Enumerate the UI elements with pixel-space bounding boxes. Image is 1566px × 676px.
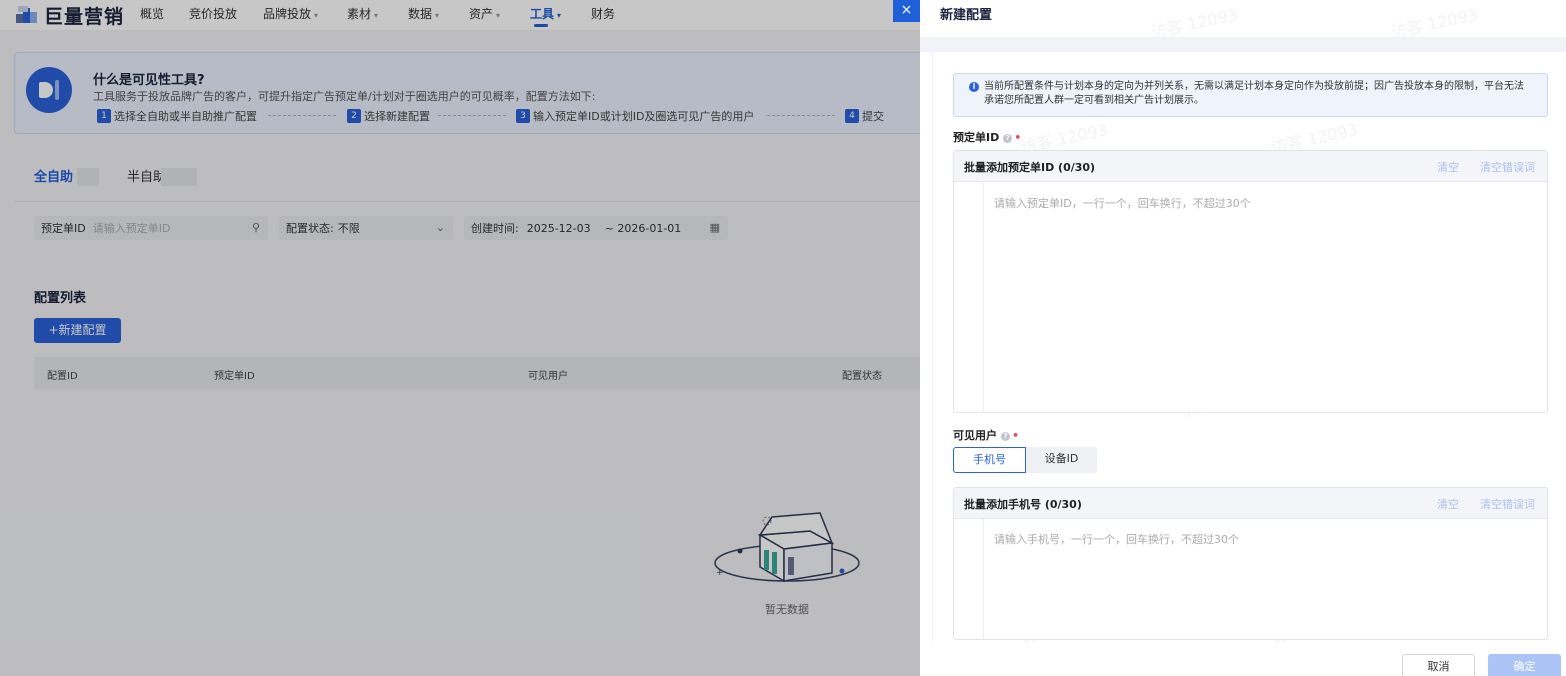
clear-button[interactable]: 清空 [1437,496,1459,512]
phone-box-title: 批量添加手机号 (0/30) [964,498,1082,511]
drawer-divider [920,37,1566,52]
phone-box-header: 批量添加手机号 (0/30) 清空 清空错误词 [954,488,1547,519]
close-icon: × [900,2,913,18]
confirm-button[interactable]: 确定 [1488,654,1561,676]
phone-textarea[interactable]: 请输入手机号，一行一个，回车换行，不超过30个 [994,531,1239,547]
order-id-textarea[interactable]: 请输入预定单ID，一行一个，回车换行，不超过30个 [994,195,1251,211]
cancel-button[interactable]: 取消 [1402,654,1475,676]
required-marker: • [1012,429,1020,442]
close-drawer-button[interactable]: × [893,0,920,22]
clear-errors-button[interactable]: 清空错误词 [1480,159,1535,175]
phone-batch-input: 批量添加手机号 (0/30) 清空 清空错误词 请输入手机号，一行一个，回车换行… [953,487,1548,640]
line-number-gutter [954,182,984,412]
order-id-box-title: 批量添加预定单ID (0/30) [964,161,1096,174]
line-number-gutter [954,519,984,639]
order-id-box-header: 批量添加预定单ID (0/30) 清空 清空错误词 [954,151,1547,182]
clear-button[interactable]: 清空 [1437,159,1459,175]
order-id-field-label: 预定单ID? • [953,131,1022,144]
help-icon[interactable]: ? [1003,133,1013,143]
option-device-id[interactable]: 设备ID [1026,447,1097,473]
required-marker: • [1014,131,1022,144]
notice-alert: i 当前所配置条件与计划本身的定向为并列关系，无需以满足计划本身定向作为投放前提… [953,73,1548,117]
modal-mask[interactable] [0,0,920,676]
help-icon[interactable]: ? [1001,431,1010,441]
visible-users-field-label: 可见用户? • [953,429,1020,442]
order-id-batch-input: 批量添加预定单ID (0/30) 清空 清空错误词 请输入预定单ID，一行一个，… [953,150,1548,413]
drawer-title: 新建配置 [940,8,993,23]
clear-errors-button[interactable]: 清空错误词 [1480,496,1535,512]
info-icon: i [969,82,979,92]
notice-text: 当前所配置条件与计划本身的定向为并列关系，无需以满足计划本身定向作为投放前提；因… [984,81,1524,106]
option-phone[interactable]: 手机号 [953,447,1026,473]
